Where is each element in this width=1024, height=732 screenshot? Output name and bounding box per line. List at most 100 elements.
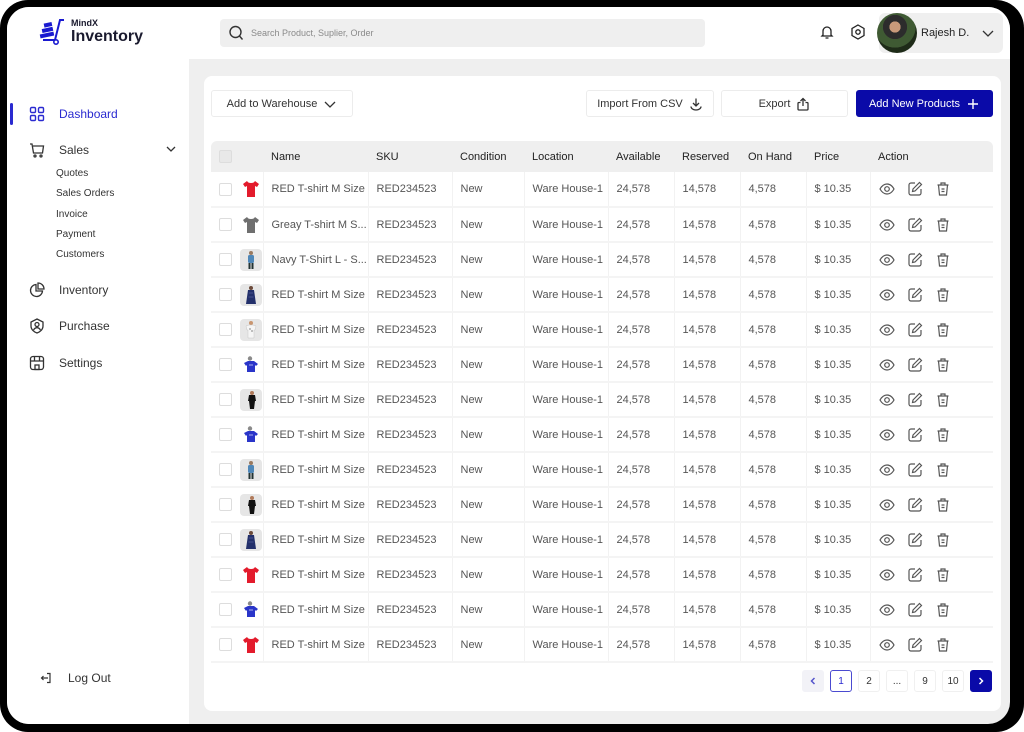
sidebar-item-settings[interactable]: Settings <box>7 352 189 374</box>
logout-button[interactable]: Log Out <box>40 671 111 685</box>
edit-icon[interactable] <box>907 287 923 303</box>
sidebar-item-dashboard[interactable]: Dashboard <box>7 103 189 125</box>
delete-icon[interactable] <box>935 602 951 618</box>
sidebar-subitem-invoice[interactable]: Invoice <box>56 205 189 225</box>
view-icon[interactable] <box>878 567 895 583</box>
view-icon[interactable] <box>878 532 895 548</box>
settings-gear-icon[interactable] <box>850 24 866 40</box>
delete-icon[interactable] <box>935 181 951 197</box>
table-row[interactable]: RED T-shirt M Size RED234523 New Ware House… <box>211 452 993 487</box>
table-row[interactable]: RED T-shirt M Size RED234523 New Ware House… <box>211 627 993 662</box>
sidebar-subitem-payment[interactable]: Payment <box>56 225 189 245</box>
prev-page-button[interactable] <box>802 670 824 692</box>
view-icon[interactable] <box>878 357 895 373</box>
view-icon[interactable] <box>878 427 895 443</box>
sidebar-item-inventory[interactable]: Inventory <box>7 279 189 301</box>
edit-icon[interactable] <box>907 181 923 197</box>
delete-icon[interactable] <box>935 252 951 268</box>
edit-icon[interactable] <box>907 252 923 268</box>
column-header-condition[interactable]: Condition <box>452 141 524 172</box>
row-checkbox[interactable] <box>219 393 232 406</box>
delete-icon[interactable] <box>935 637 951 653</box>
edit-icon[interactable] <box>907 532 923 548</box>
edit-icon[interactable] <box>907 357 923 373</box>
table-row[interactable]: RED T-shirt M Size RED234523 New Ware House… <box>211 172 993 207</box>
column-header-sku[interactable]: SKU <box>368 141 452 172</box>
view-icon[interactable] <box>878 322 895 338</box>
table-row[interactable]: RED T-shirt M Size RED234523 New Ware House… <box>211 417 993 452</box>
page-button-9[interactable]: 9 <box>914 670 936 692</box>
table-row[interactable]: RED T-shirt M Size RED234523 New Ware House… <box>211 277 993 312</box>
sidebar-item-purchase[interactable]: Purchase <box>7 315 189 337</box>
delete-icon[interactable] <box>935 322 951 338</box>
delete-icon[interactable] <box>935 217 951 233</box>
delete-icon[interactable] <box>935 567 951 583</box>
view-icon[interactable] <box>878 181 895 197</box>
row-checkbox[interactable] <box>219 253 232 266</box>
table-row[interactable]: RED T-shirt M Size RED234523 New Ware House… <box>211 522 993 557</box>
delete-icon[interactable] <box>935 462 951 478</box>
import-csv-button[interactable]: Import From CSV <box>586 90 714 117</box>
view-icon[interactable] <box>878 462 895 478</box>
delete-icon[interactable] <box>935 392 951 408</box>
column-header-location[interactable]: Location <box>524 141 608 172</box>
page-button-2[interactable]: 2 <box>858 670 880 692</box>
edit-icon[interactable] <box>907 462 923 478</box>
view-icon[interactable] <box>878 287 895 303</box>
user-menu[interactable]: Rajesh D. <box>877 13 1003 53</box>
row-checkbox[interactable] <box>219 463 232 476</box>
column-header-reserved[interactable]: Reserved <box>674 141 740 172</box>
chevron-down-icon[interactable] <box>165 143 177 155</box>
export-button[interactable]: Export <box>721 90 848 117</box>
select-all-checkbox[interactable] <box>219 150 232 163</box>
row-checkbox[interactable] <box>219 533 232 546</box>
add-new-products-button[interactable]: Add New Products <box>856 90 993 117</box>
table-row[interactable]: Greay T-shirt M S... RED234523 New Ware Hou… <box>211 207 993 242</box>
table-row[interactable]: RED T-shirt M Size RED234523 New Ware House… <box>211 347 993 382</box>
table-row[interactable]: RED T-shirt M Size RED234523 New Ware House… <box>211 592 993 627</box>
table-row[interactable]: RED T-shirt M Size RED234523 New Ware House… <box>211 487 993 522</box>
edit-icon[interactable] <box>907 392 923 408</box>
view-icon[interactable] <box>878 252 895 268</box>
row-checkbox[interactable] <box>219 323 232 336</box>
column-header-on-hand[interactable]: On Hand <box>740 141 806 172</box>
row-checkbox[interactable] <box>219 498 232 511</box>
search-box[interactable] <box>220 19 705 47</box>
column-header-available[interactable]: Available <box>608 141 674 172</box>
column-header-price[interactable]: Price <box>806 141 870 172</box>
table-row[interactable]: Navy T-Shirt L - S... RED234523 New Ware Ho… <box>211 242 993 277</box>
row-checkbox[interactable] <box>219 568 232 581</box>
sidebar-subitem-customers[interactable]: Customers <box>56 245 189 265</box>
row-checkbox[interactable] <box>219 182 232 196</box>
page-button-10[interactable]: 10 <box>942 670 964 692</box>
delete-icon[interactable] <box>935 287 951 303</box>
next-page-button[interactable] <box>970 670 992 692</box>
bell-icon[interactable] <box>819 24 835 40</box>
delete-icon[interactable] <box>935 532 951 548</box>
edit-icon[interactable] <box>907 322 923 338</box>
row-checkbox[interactable] <box>219 358 232 371</box>
row-checkbox[interactable] <box>219 288 232 301</box>
sidebar-subitem-sales-orders[interactable]: Sales Orders <box>56 184 189 204</box>
page-button-1[interactable]: 1 <box>830 670 852 692</box>
row-checkbox[interactable] <box>219 428 232 441</box>
edit-icon[interactable] <box>907 567 923 583</box>
table-row[interactable]: RED T-shirt M Size RED234523 New Ware House… <box>211 557 993 592</box>
column-header-name[interactable]: Name <box>263 141 368 172</box>
row-checkbox[interactable] <box>219 603 232 616</box>
delete-icon[interactable] <box>935 427 951 443</box>
edit-icon[interactable] <box>907 637 923 653</box>
table-row[interactable]: RED T-shirt M Size RED234523 New Ware House… <box>211 312 993 347</box>
delete-icon[interactable] <box>935 497 951 513</box>
view-icon[interactable] <box>878 637 895 653</box>
view-icon[interactable] <box>878 392 895 408</box>
view-icon[interactable] <box>878 602 895 618</box>
add-to-warehouse-dropdown[interactable]: Add to Warehouse <box>211 90 353 117</box>
edit-icon[interactable] <box>907 217 923 233</box>
view-icon[interactable] <box>878 497 895 513</box>
table-row[interactable]: RED T-shirt M Size RED234523 New Ware House… <box>211 382 993 417</box>
search-input[interactable] <box>251 28 671 38</box>
sidebar-item-sales[interactable]: Sales <box>7 139 189 161</box>
edit-icon[interactable] <box>907 427 923 443</box>
row-checkbox[interactable] <box>219 638 232 651</box>
